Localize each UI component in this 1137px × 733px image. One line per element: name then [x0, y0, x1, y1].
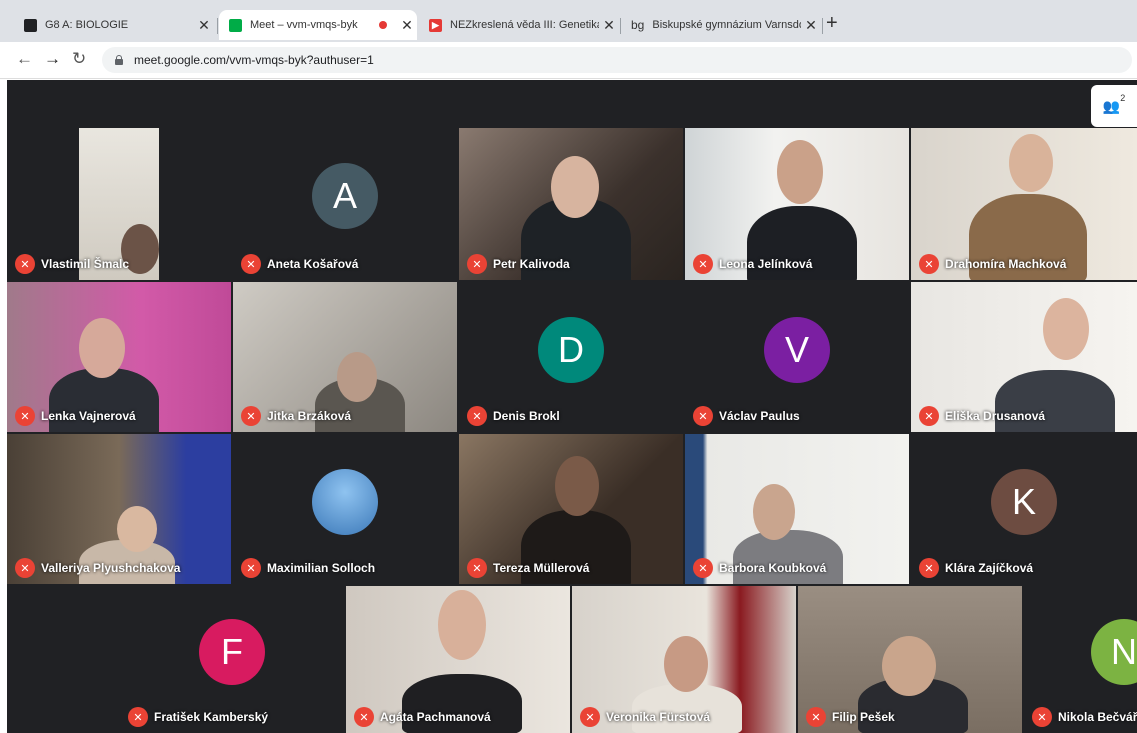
recording-indicator-icon [379, 21, 387, 29]
participant-tile[interactable]: ✕ Valleriya Plyushchakova [7, 434, 231, 584]
mic-off-icon: ✕ [693, 406, 713, 426]
participant-avatar: N [1091, 619, 1137, 686]
participant-tile[interactable]: ✕ Petr Kalivoda [459, 128, 683, 280]
participant-tile[interactable]: ✕ Veronika Fürstová [572, 586, 796, 733]
participant-tile[interactable]: ✕ Tereza Müllerová [459, 434, 683, 584]
mic-off-icon: ✕ [15, 406, 35, 426]
participant-name: Jitka Brzáková [267, 409, 352, 423]
participant-tile[interactable]: N ✕ Nikola Bečvářo [1024, 586, 1137, 733]
participant-name: Eliška Drusanová [945, 409, 1046, 423]
meet-top-strip [7, 80, 1137, 128]
classroom-icon [24, 18, 37, 32]
meet-grid: 👥 2 ✕ Vlastimil Šmalc A ✕ Aneta Košařová ✕ P… [7, 80, 1137, 733]
forward-arrow-icon[interactable]: → [44, 49, 61, 69]
participant-tile[interactable]: ✕ Agáta Pachmanová [346, 586, 570, 733]
participant-tile[interactable]: ✕ Lenka Vajnerová [7, 282, 231, 432]
mic-off-icon: ✕ [1032, 707, 1052, 727]
participant-tile[interactable]: K ✕ Klára Zajíčková [911, 434, 1137, 584]
tab-label: NEZkreslená věda III: Genetika - [450, 19, 599, 31]
tab-meet[interactable]: Meet – vvm-vmqs-byk ✕ [219, 10, 417, 40]
participant-avatar: A [312, 163, 378, 230]
participant-tile[interactable]: ✕ Filip Pešek [798, 586, 1022, 733]
participant-tile[interactable]: ✕ Leona Jelínková [685, 128, 909, 280]
tab-biologie[interactable]: G8 A: BIOLOGIE ✕ [14, 10, 214, 40]
mic-off-icon: ✕ [467, 406, 487, 426]
participant-name: Petr Kalivoda [493, 257, 570, 271]
close-tab-icon[interactable]: ✕ [194, 17, 214, 34]
mic-off-icon: ✕ [467, 558, 487, 578]
participant-name: Veronika Fürstová [606, 710, 711, 724]
participant-tile[interactable]: ✕ Eliška Drusanová [911, 282, 1137, 432]
mic-off-icon: ✕ [806, 707, 826, 727]
mic-off-icon: ✕ [128, 707, 148, 727]
participant-name: Tereza Müllerová [493, 561, 590, 575]
participant-tile[interactable]: D ✕ Denis Brokl [459, 282, 683, 432]
participant-photo-avatar [312, 468, 378, 535]
tab-label: G8 A: BIOLOGIE [45, 19, 129, 31]
mic-off-icon: ✕ [693, 254, 713, 274]
participant-name: Drahomíra Machková [945, 257, 1067, 271]
participant-name: Aneta Košařová [267, 257, 359, 271]
address-bar-row: ← → ↻ meet.google.com/vvm-vmqs-byk?authu… [0, 42, 1137, 79]
participant-avatar: K [991, 468, 1057, 535]
people-count: 2 [1120, 93, 1126, 103]
back-arrow-icon[interactable]: ← [16, 49, 33, 69]
close-tab-icon[interactable]: ✕ [599, 17, 619, 34]
mic-off-icon: ✕ [580, 707, 600, 727]
mic-off-icon: ✕ [693, 558, 713, 578]
participant-name: Vlastimil Šmalc [41, 257, 130, 271]
participant-tile[interactable]: ✕ Barbora Koubková [685, 434, 909, 584]
mic-off-icon: ✕ [354, 707, 374, 727]
participant-name: Filip Pešek [832, 710, 895, 724]
url-text: meet.google.com/vvm-vmqs-byk?authuser=1 [134, 53, 374, 67]
participant-tile[interactable]: ✕ Vlastimil Šmalc [7, 128, 231, 280]
participant-avatar: V [764, 316, 830, 383]
mic-off-icon: ✕ [15, 254, 35, 274]
school-icon: bg [631, 18, 645, 32]
lock-icon [114, 55, 124, 65]
participant-name: Fratišek Kamberský [154, 710, 269, 724]
mic-off-icon: ✕ [919, 254, 939, 274]
tab-label: Biskupské gymnázium Varnsdorf [652, 19, 801, 31]
mic-off-icon: ✕ [919, 558, 939, 578]
participant-name: Klára Zajíčková [945, 561, 1034, 575]
mic-off-icon: ✕ [241, 406, 261, 426]
mic-off-icon: ✕ [241, 254, 261, 274]
people-icon: 👥 [1102, 97, 1121, 114]
participant-tile[interactable]: F ✕ Fratišek Kamberský [120, 586, 344, 733]
participant-name: Václav Paulus [719, 409, 800, 423]
mic-off-icon: ✕ [15, 558, 35, 578]
mic-off-icon: ✕ [919, 406, 939, 426]
close-tab-icon[interactable]: ✕ [801, 17, 821, 34]
tab-youtube[interactable]: ▶ NEZkreslená věda III: Genetika - ✕ [419, 10, 619, 40]
participant-tile[interactable]: ✕ Drahomíra Machková [911, 128, 1137, 280]
mic-off-icon: ✕ [241, 558, 261, 578]
browser-tab-strip: G8 A: BIOLOGIE ✕ Meet – vvm-vmqs-byk ✕ ▶… [0, 0, 1137, 42]
participant-name: Leona Jelínková [719, 257, 813, 271]
people-button[interactable]: 👥 2 [1091, 85, 1137, 127]
participant-avatar: D [538, 316, 604, 383]
reload-icon[interactable]: ↻ [72, 49, 86, 69]
participant-tile[interactable]: ✕ Jitka Brzáková [233, 282, 457, 432]
participant-tile[interactable]: ✕ Maximilian Solloch [233, 434, 457, 584]
close-tab-icon[interactable]: ✕ [397, 17, 417, 34]
participant-avatar: F [199, 619, 265, 686]
participant-name: Agáta Pachmanová [380, 710, 491, 724]
participant-name: Maximilian Solloch [267, 561, 376, 575]
participant-name: Valleriya Plyushchakova [41, 561, 181, 575]
tab-label: Meet – vvm-vmqs-byk [250, 19, 358, 31]
youtube-icon: ▶ [429, 18, 442, 32]
participant-name: Barbora Koubková [719, 561, 827, 575]
url-field[interactable]: meet.google.com/vvm-vmqs-byk?authuser=1 [102, 47, 1132, 73]
tab-school[interactable]: bg Biskupské gymnázium Varnsdorf ✕ [621, 10, 821, 40]
participant-name: Lenka Vajnerová [41, 409, 136, 423]
meet-icon [229, 18, 242, 32]
mic-off-icon: ✕ [467, 254, 487, 274]
participant-tile[interactable]: A ✕ Aneta Košařová [233, 128, 457, 280]
participant-name: Denis Brokl [493, 409, 560, 423]
new-tab-button[interactable]: + [826, 12, 838, 35]
participant-tile[interactable]: V ✕ Václav Paulus [685, 282, 909, 432]
participant-name: Nikola Bečvářo [1058, 710, 1137, 724]
